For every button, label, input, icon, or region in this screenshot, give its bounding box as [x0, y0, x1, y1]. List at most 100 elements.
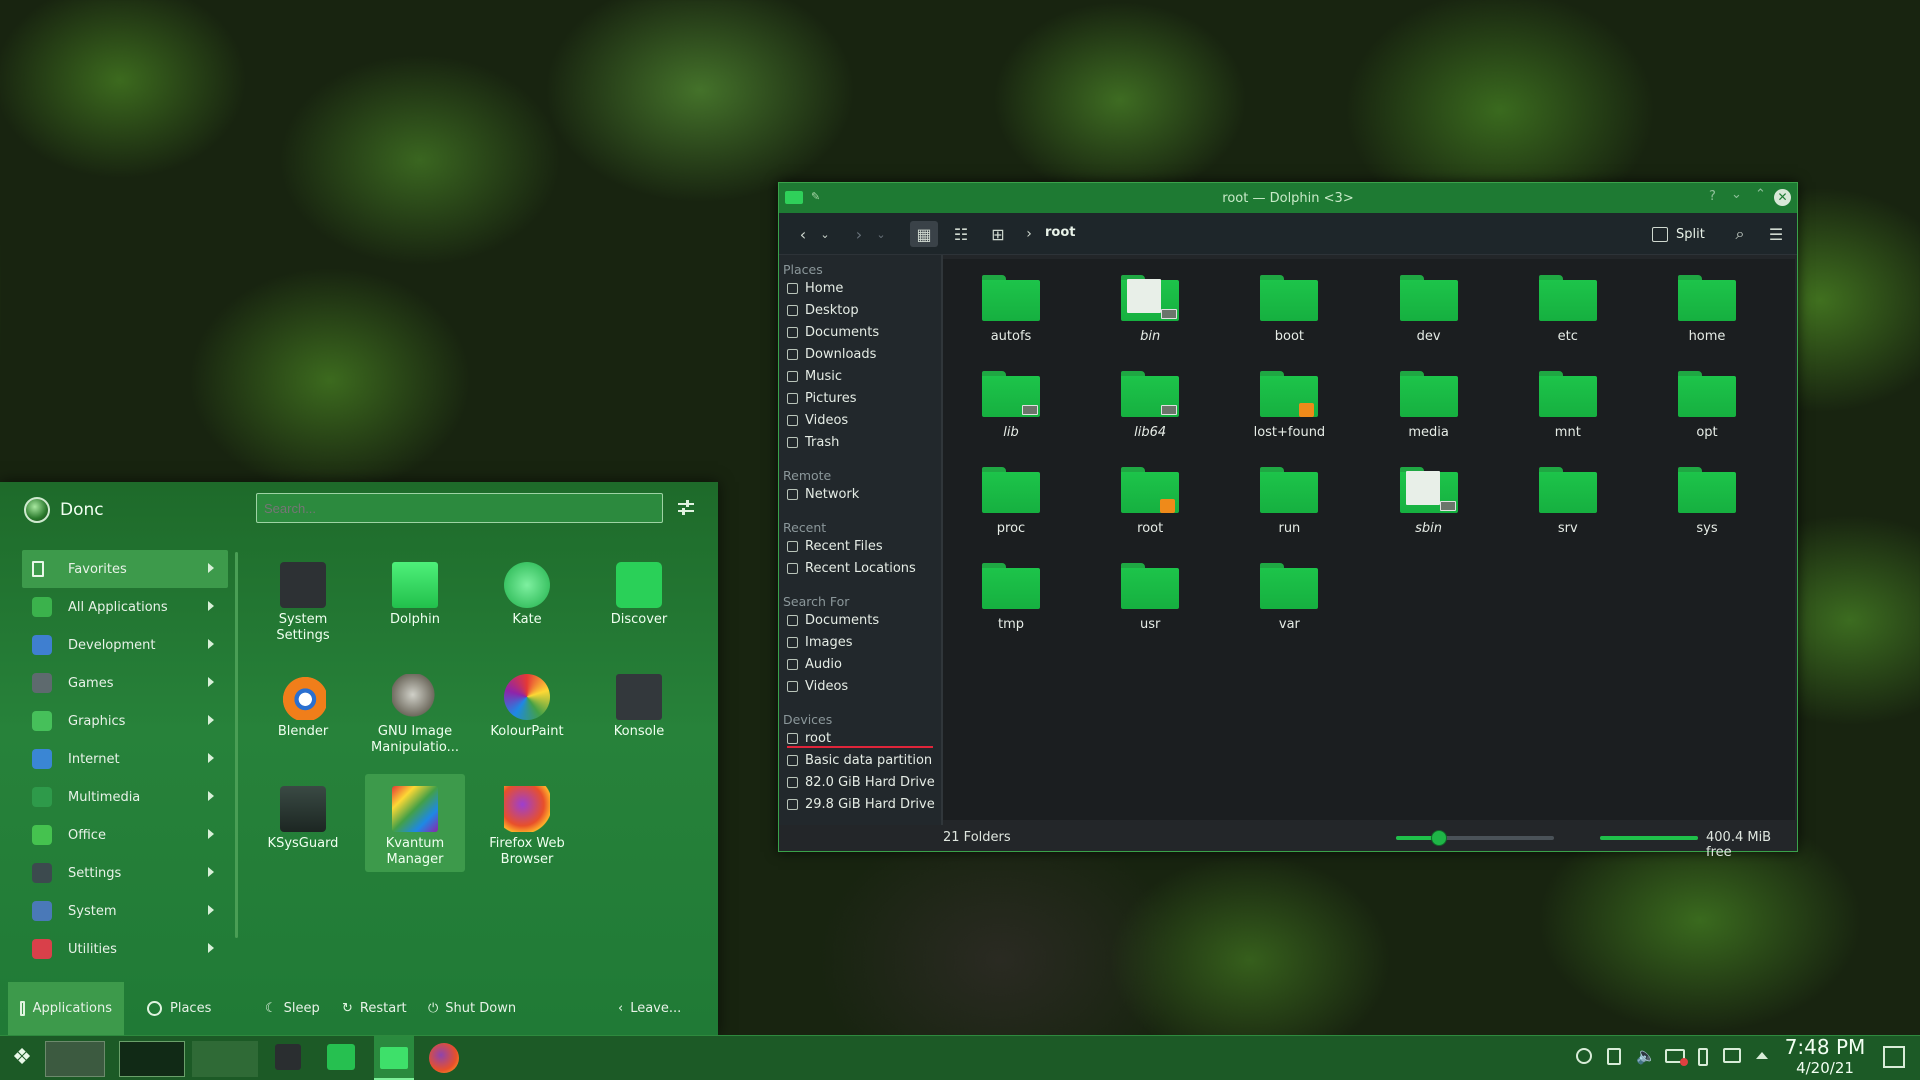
app-kvantum[interactable]: Kvantum Manager	[365, 774, 465, 872]
category-office[interactable]: Office	[22, 816, 228, 854]
folder-item[interactable]: opt	[1652, 363, 1762, 443]
places-item-downloads[interactable]: Downloads	[779, 343, 941, 365]
places-item-basic-data-partition[interactable]: Basic data partition	[779, 749, 941, 771]
dolphin-titlebar[interactable]: ✎ root — Dolphin <3> ? ⌄ ⌃ ✕	[779, 183, 1797, 213]
folder-item[interactable]: proc	[956, 459, 1066, 539]
app-system-settings[interactable]: System Settings	[253, 550, 353, 648]
network-tray-icon[interactable]	[1576, 1048, 1592, 1064]
folder-item[interactable]: lib	[956, 363, 1066, 443]
app-ksysguard[interactable]: KSysGuard	[253, 774, 353, 872]
desktop-3[interactable]	[192, 1041, 258, 1077]
network-wired-tray-icon[interactable]	[1723, 1048, 1741, 1063]
app-blender[interactable]: Blender	[253, 662, 353, 760]
avatar[interactable]	[24, 497, 50, 523]
launcher-button[interactable]: ❖	[6, 1044, 38, 1072]
system-settings-task-icon[interactable]	[275, 1044, 301, 1070]
folder-item[interactable]: autofs	[956, 267, 1066, 347]
category-scrollbar[interactable]	[235, 552, 238, 938]
places-item-images[interactable]: Images	[779, 631, 941, 653]
category-graphics[interactable]: Graphics	[22, 702, 228, 740]
places-item-desktop[interactable]: Desktop	[779, 299, 941, 321]
folder-item[interactable]: usr	[1095, 555, 1205, 635]
category-settings[interactable]: Settings	[22, 854, 228, 892]
pin-icon[interactable]: ✎	[811, 190, 820, 203]
zoom-slider-handle[interactable]	[1430, 830, 1447, 846]
folder-view[interactable]: autofs bin boot dev etc home lib lib64 lost+foun…	[943, 259, 1795, 820]
maximize-icon[interactable]: ⌃	[1755, 187, 1766, 202]
app-gimp[interactable]: GNU Image Manipulatio...	[365, 662, 465, 760]
search-input[interactable]	[256, 493, 663, 523]
icons-view-icon[interactable]: ▦	[910, 221, 938, 247]
folder-item[interactable]: run	[1234, 459, 1344, 539]
app-kate[interactable]: Kate	[477, 550, 577, 648]
category-all-applications[interactable]: All Applications	[22, 588, 228, 626]
app-discover[interactable]: Discover	[589, 550, 689, 648]
app-firefox[interactable]: Firefox Web Browser	[477, 774, 577, 872]
folder-item[interactable]: dev	[1374, 267, 1484, 347]
dolphin-task-button[interactable]	[374, 1036, 414, 1080]
details-view-icon[interactable]: ⊞	[984, 221, 1012, 247]
category-favorites[interactable]: Favorites	[22, 550, 228, 588]
places-item-documents[interactable]: Documents	[779, 609, 941, 631]
folder-item[interactable]: root	[1095, 459, 1205, 539]
zoom-slider[interactable]	[1396, 830, 1554, 846]
breadcrumb-root[interactable]: root	[1045, 225, 1076, 240]
app-dolphin[interactable]: Dolphin	[365, 550, 465, 648]
folder-item[interactable]: sbin	[1374, 459, 1484, 539]
places-item-recent-locations[interactable]: Recent Locations	[779, 557, 941, 579]
tab-places[interactable]: Places	[135, 982, 223, 1035]
configure-icon[interactable]	[676, 498, 696, 518]
desktop-1[interactable]	[45, 1041, 105, 1077]
help-icon[interactable]: ?	[1709, 189, 1716, 204]
split-button[interactable]: Split	[1652, 221, 1705, 247]
category-utilities[interactable]: Utilities	[22, 930, 228, 968]
search-icon[interactable]: ⌕	[1726, 221, 1754, 247]
display-tray-icon[interactable]	[1665, 1049, 1688, 1066]
places-item-videos[interactable]: Videos	[779, 409, 941, 431]
places-item-videos[interactable]: Videos	[779, 675, 941, 697]
folder-item[interactable]: sys	[1652, 459, 1762, 539]
close-icon[interactable]: ✕	[1774, 189, 1791, 206]
hamburger-menu-icon[interactable]: ☰	[1762, 221, 1790, 247]
folder-item[interactable]: media	[1374, 363, 1484, 443]
minimize-icon[interactable]: ⌄	[1731, 187, 1742, 202]
category-multimedia[interactable]: Multimedia	[22, 778, 228, 816]
show-desktop-icon[interactable]	[1883, 1046, 1905, 1068]
discover-task-icon[interactable]	[327, 1044, 355, 1070]
places-item-network[interactable]: Network	[779, 483, 941, 505]
app-konsole[interactable]: Konsole	[589, 662, 689, 760]
shutdown-button[interactable]: ⏻ Shut Down	[428, 982, 516, 1035]
folder-item[interactable]: etc	[1513, 267, 1623, 347]
sleep-button[interactable]: ☾ Sleep	[265, 982, 320, 1035]
compact-view-icon[interactable]: ☷	[947, 221, 975, 247]
places-item-pictures[interactable]: Pictures	[779, 387, 941, 409]
category-system[interactable]: System	[22, 892, 228, 930]
desktop-2[interactable]	[119, 1041, 185, 1077]
folder-item[interactable]: srv	[1513, 459, 1623, 539]
forward-history-icon[interactable]: ⌄	[867, 221, 895, 247]
places-item-documents[interactable]: Documents	[779, 321, 941, 343]
folder-item[interactable]: bin	[1095, 267, 1205, 347]
folder-item[interactable]: mnt	[1513, 363, 1623, 443]
places-item-29-8-gib-hard-drive[interactable]: 29.8 GiB Hard Drive	[779, 793, 941, 815]
leave-button[interactable]: ‹ Leave...	[618, 982, 681, 1035]
places-item-recent-files[interactable]: Recent Files	[779, 535, 941, 557]
places-item-root[interactable]: root	[779, 727, 941, 749]
restart-button[interactable]: ↻ Restart	[342, 982, 407, 1035]
places-item-audio[interactable]: Audio	[779, 653, 941, 675]
battery-tray-icon[interactable]	[1698, 1048, 1708, 1066]
folder-item[interactable]: var	[1234, 555, 1344, 635]
places-item-home[interactable]: Home	[779, 277, 941, 299]
pager[interactable]	[45, 1038, 261, 1078]
tab-applications[interactable]: Applications	[8, 982, 124, 1035]
folder-item[interactable]: boot	[1234, 267, 1344, 347]
category-games[interactable]: Games	[22, 664, 228, 702]
folder-item[interactable]: lost+found	[1234, 363, 1344, 443]
volume-tray-icon[interactable]: 🔈	[1636, 1046, 1656, 1065]
digital-clock[interactable]: 7:48 PM 4/20/21	[1780, 1035, 1870, 1077]
folder-item[interactable]: tmp	[956, 555, 1066, 635]
clipboard-tray-icon[interactable]	[1607, 1048, 1621, 1065]
folder-item[interactable]: lib64	[1095, 363, 1205, 443]
places-item-trash[interactable]: Trash	[779, 431, 941, 453]
back-history-icon[interactable]: ⌄	[811, 221, 839, 247]
